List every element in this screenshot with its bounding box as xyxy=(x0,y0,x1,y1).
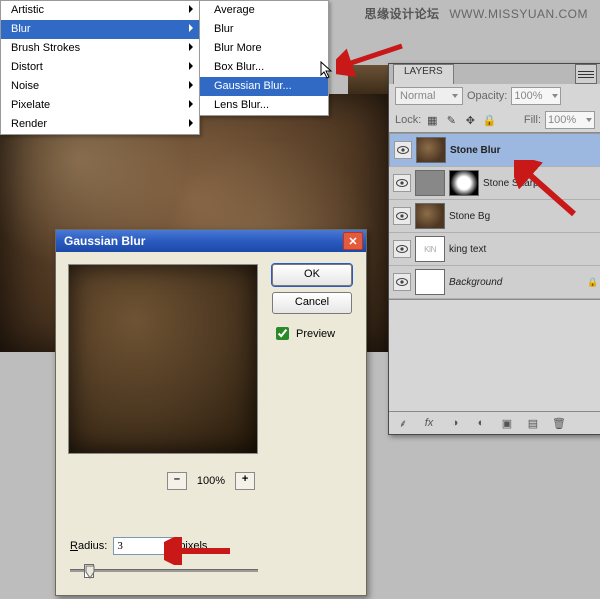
dialog-title: Gaussian Blur xyxy=(64,234,145,248)
lock-icon: 🔒 xyxy=(587,277,597,287)
layer-name[interactable]: Stone Bg xyxy=(449,211,490,222)
preview-checkbox[interactable] xyxy=(276,327,289,340)
eye-icon xyxy=(397,146,409,154)
adjustment-layer-icon[interactable]: ◐ xyxy=(473,415,489,431)
layer-thumbnail[interactable] xyxy=(415,269,445,295)
submenu-arrow-icon xyxy=(189,100,193,108)
fill-input[interactable]: 100% xyxy=(545,111,595,129)
fill-label: Fill: xyxy=(524,114,541,126)
layer-thumbnail[interactable] xyxy=(415,170,445,196)
layer-name[interactable]: Background xyxy=(449,277,502,288)
watermark-en: WWW.MISSYUAN.COM xyxy=(449,7,588,21)
new-group-icon[interactable]: ▣ xyxy=(499,415,515,431)
lock-transparency-icon[interactable]: ▦ xyxy=(425,113,439,127)
slider-track xyxy=(70,569,258,572)
layer-thumbnail[interactable] xyxy=(415,203,445,229)
annotation-arrow-icon xyxy=(164,537,234,565)
submenu-arrow-icon xyxy=(189,62,193,70)
filter-menu-item[interactable]: Pixelate xyxy=(1,96,199,115)
layer-name[interactable]: Stone Blur xyxy=(450,145,501,156)
layer-row[interactable]: KIN king text xyxy=(389,233,600,266)
filter-menu-item[interactable]: Noise xyxy=(1,77,199,96)
blur-submenu: AverageBlurBlur MoreBox Blur...Gaussian … xyxy=(199,0,329,116)
lock-icons: ▦ ✎ ✥ 🔒 xyxy=(425,113,496,127)
blur-submenu-item[interactable]: Average xyxy=(200,1,328,20)
zoom-value: 100% xyxy=(197,475,225,487)
submenu-arrow-icon xyxy=(189,119,193,127)
zoom-out-button[interactable]: – xyxy=(167,472,187,490)
blur-submenu-item[interactable]: Box Blur... xyxy=(200,58,328,77)
submenu-arrow-icon xyxy=(189,81,193,89)
lock-label: Lock: xyxy=(395,114,421,126)
layer-mask-thumbnail[interactable] xyxy=(449,170,479,196)
lock-all-icon[interactable]: 🔒 xyxy=(482,113,496,127)
new-layer-icon[interactable]: ▤ xyxy=(525,415,541,431)
blur-submenu-item[interactable]: Blur More xyxy=(200,39,328,58)
dialog-titlebar[interactable]: Gaussian Blur ✕ xyxy=(56,230,366,252)
chevron-down-icon xyxy=(586,118,592,122)
panel-menu-button[interactable] xyxy=(575,64,597,84)
chevron-down-icon xyxy=(552,94,558,98)
layers-panel: LAYERS Normal Opacity: 100% Lock: ▦ ✎ ✥ … xyxy=(388,63,600,435)
layer-row[interactable]: Background 🔒 xyxy=(389,266,600,299)
filter-menu-item[interactable]: Blur xyxy=(1,20,199,39)
slider-thumb[interactable] xyxy=(84,564,94,578)
eye-icon xyxy=(396,212,408,220)
watermark: 思缘设计论坛 WWW.MISSYUAN.COM xyxy=(364,5,588,22)
fx-icon[interactable]: fx xyxy=(421,415,437,431)
link-layers-icon[interactable]: ⸙ xyxy=(395,415,411,431)
radius-label: Radius: xyxy=(70,540,107,552)
visibility-toggle[interactable] xyxy=(393,207,411,225)
layer-thumbnail[interactable]: KIN xyxy=(415,236,445,262)
annotation-arrow-icon xyxy=(514,160,584,220)
visibility-toggle[interactable] xyxy=(393,273,411,291)
zoom-in-button[interactable]: + xyxy=(235,472,255,490)
opacity-input[interactable]: 100% xyxy=(511,87,561,105)
eye-icon xyxy=(396,278,408,286)
blend-mode-select[interactable]: Normal xyxy=(395,87,463,105)
layer-thumbnail[interactable] xyxy=(416,137,446,163)
blur-submenu-item[interactable]: Gaussian Blur... xyxy=(200,77,328,96)
layers-toolbar: ⸙ fx ◑ ◐ ▣ ▤ 🗑 xyxy=(389,411,600,434)
visibility-toggle[interactable] xyxy=(393,240,411,258)
eye-icon xyxy=(396,245,408,253)
blur-submenu-item[interactable]: Lens Blur... xyxy=(200,96,328,115)
filter-menu-item[interactable]: Render xyxy=(1,115,199,134)
filter-menu-item[interactable]: Distort xyxy=(1,58,199,77)
close-button[interactable]: ✕ xyxy=(343,232,363,250)
layers-tab[interactable]: LAYERS xyxy=(393,64,454,84)
visibility-toggle[interactable] xyxy=(394,141,412,159)
preview-checkbox-row[interactable]: Preview xyxy=(272,324,352,343)
submenu-arrow-icon xyxy=(189,5,193,13)
add-mask-icon[interactable]: ◑ xyxy=(447,415,463,431)
preview-label: Preview xyxy=(296,328,335,340)
layer-name[interactable]: king text xyxy=(449,244,486,255)
close-icon: ✕ xyxy=(348,235,357,248)
submenu-arrow-icon xyxy=(189,43,193,51)
filter-menu-item[interactable]: Brush Strokes xyxy=(1,39,199,58)
eye-icon xyxy=(396,179,408,187)
chevron-down-icon xyxy=(452,94,458,98)
cancel-button[interactable]: Cancel xyxy=(272,292,352,314)
filter-menu-item[interactable]: Artistic xyxy=(1,1,199,20)
radius-slider[interactable] xyxy=(70,563,258,577)
filter-menu: ArtisticBlurBrush StrokesDistortNoisePix… xyxy=(0,0,200,135)
ok-button[interactable]: OK xyxy=(272,264,352,286)
visibility-toggle[interactable] xyxy=(393,174,411,192)
submenu-arrow-icon xyxy=(189,24,193,32)
preview-thumbnail[interactable] xyxy=(68,264,258,454)
watermark-cn: 思缘设计论坛 xyxy=(364,7,439,21)
blur-submenu-item[interactable]: Blur xyxy=(200,20,328,39)
trash-icon[interactable]: 🗑 xyxy=(551,415,567,431)
lock-paint-icon[interactable]: ✎ xyxy=(444,113,458,127)
opacity-label: Opacity: xyxy=(467,90,507,102)
lock-position-icon[interactable]: ✥ xyxy=(463,113,477,127)
